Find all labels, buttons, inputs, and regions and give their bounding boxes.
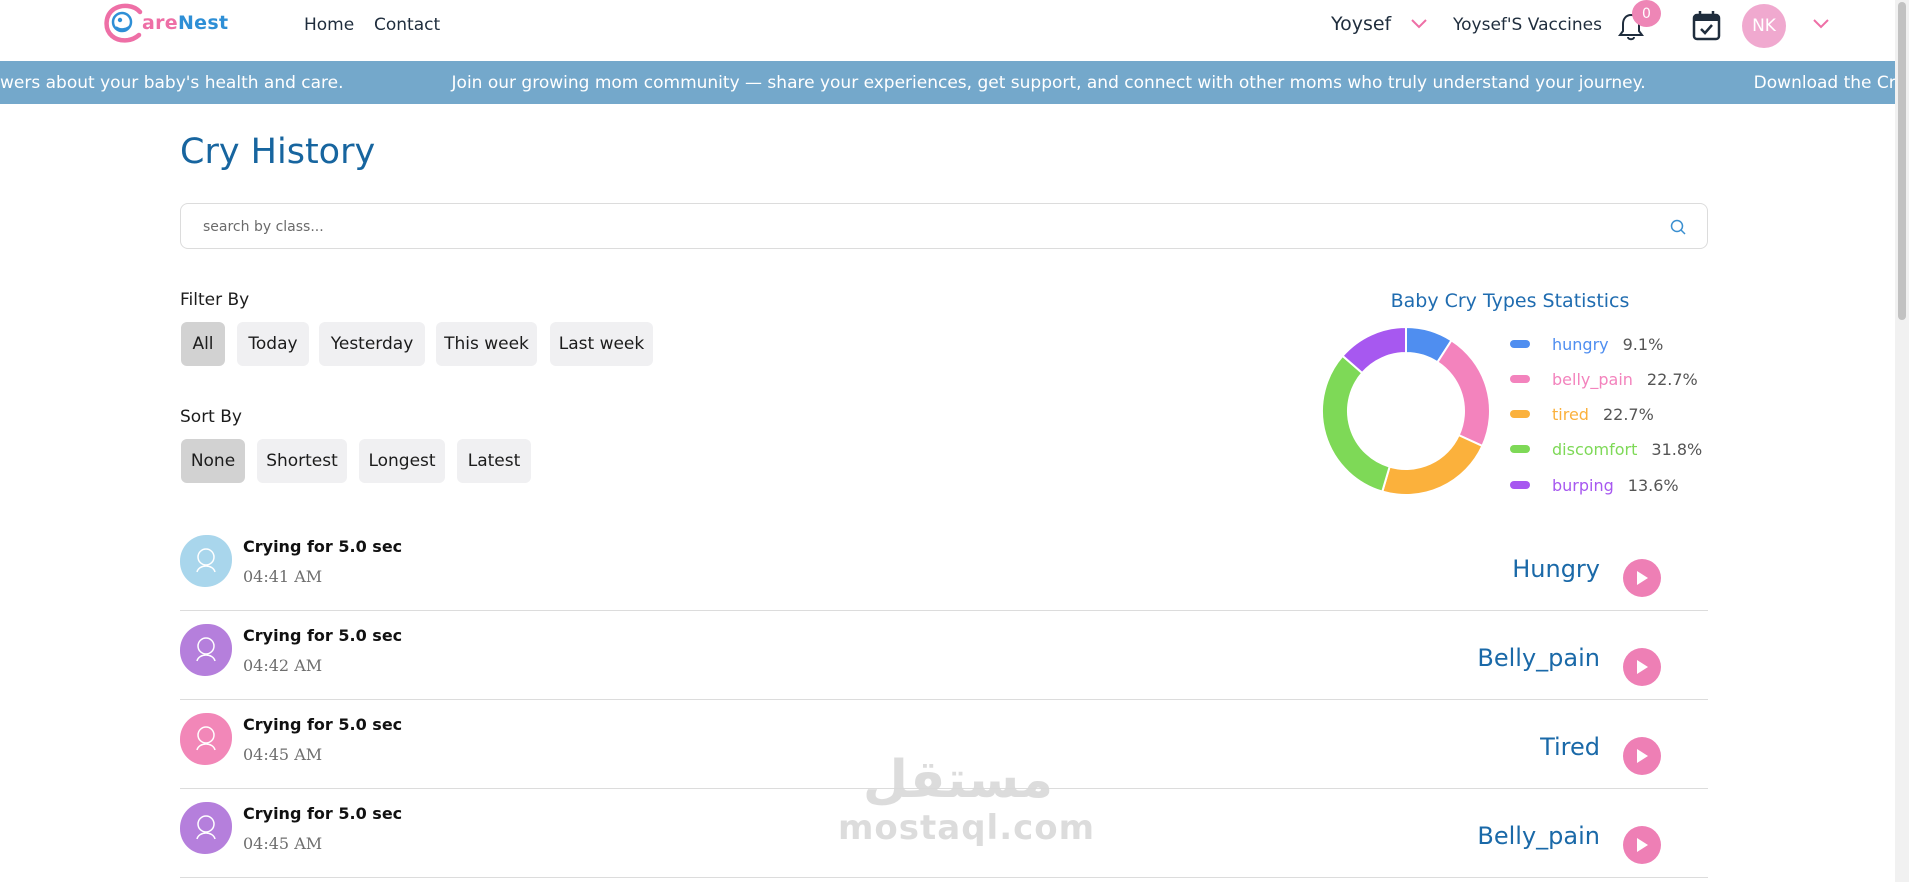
legend-label: burping — [1552, 475, 1614, 495]
cry-duration: Crying for 5.0 sec — [243, 537, 403, 556]
cry-list-item[interactable]: Crying for 5.0 sec 04:41 AM Hungry — [180, 523, 1708, 611]
legend-percent: 9.1% — [1622, 334, 1664, 354]
legend-label: belly_pain — [1552, 369, 1633, 389]
page-title: Cry History — [180, 132, 376, 172]
sort-longest-chip[interactable]: Longest — [359, 439, 445, 483]
filter-label: Filter By — [180, 290, 250, 310]
play-icon — [1637, 660, 1648, 674]
marquee-item: Join our growing mom community — share y… — [451, 72, 1646, 93]
baby-avatar-icon — [180, 624, 232, 676]
scrollbar-thumb[interactable] — [1898, 2, 1906, 320]
sort-latest-chip[interactable]: Latest — [457, 439, 531, 483]
baby-icon — [196, 548, 216, 573]
baby-icon — [196, 726, 216, 751]
cry-duration: Crying for 5.0 sec — [243, 804, 403, 823]
legend-item-burping: burping 13.6% — [1510, 473, 1679, 497]
legend-label: hungry — [1552, 334, 1609, 354]
marquee-item: Download the Cry Analyzer ap — [1753, 72, 1895, 93]
sort-shortest-chip[interactable]: Shortest — [257, 439, 347, 483]
calendar-check-icon[interactable] — [1692, 9, 1721, 41]
legend-item-discomfort: discomfort 31.8% — [1510, 437, 1702, 461]
chevron-down-icon[interactable] — [1410, 18, 1428, 30]
baby-icon — [196, 637, 216, 662]
cry-duration: Crying for 5.0 sec — [243, 715, 403, 734]
cry-class: Tired — [1540, 733, 1600, 761]
search-icon[interactable] — [1669, 218, 1687, 236]
legend-percent: 22.7% — [1646, 369, 1698, 389]
donut-slice-discomfort — [1321, 354, 1391, 493]
filter-this-week-chip[interactable]: This week — [436, 322, 537, 366]
donut-slice-belly-pain — [1436, 339, 1491, 448]
baby-avatar-icon — [180, 713, 232, 765]
top-navbar: areNest Home Contact Yoysef Yoysef'S Vac… — [0, 0, 1895, 61]
user-name[interactable]: Yoysef — [1331, 13, 1391, 35]
logo-text-part-2: Nest — [177, 12, 229, 34]
filter-yesterday-chip[interactable]: Yesterday — [319, 322, 425, 366]
logo-c-icon — [104, 3, 143, 43]
legend-item-hungry: hungry 9.1% — [1510, 332, 1663, 356]
notification-badge: 0 — [1632, 0, 1661, 27]
cry-duration: Crying for 5.0 sec — [243, 626, 403, 645]
play-button[interactable] — [1623, 559, 1661, 597]
marquee-item: wers about your baby's health and care. — [0, 72, 344, 93]
legend-swatch — [1510, 481, 1530, 489]
nav-contact-link[interactable]: Contact — [374, 15, 440, 35]
legend-percent: 31.8% — [1651, 439, 1703, 459]
announcement-marquee: wers about your baby's health and care. … — [0, 61, 1895, 104]
marquee-track: wers about your baby's health and care. … — [0, 61, 1895, 104]
filter-last-week-chip[interactable]: Last week — [550, 322, 653, 366]
filter-all-chip[interactable]: All — [181, 322, 225, 366]
search-box[interactable] — [180, 203, 1708, 249]
play-icon — [1637, 571, 1648, 585]
play-icon — [1637, 838, 1648, 852]
legend-swatch — [1510, 340, 1530, 348]
filter-today-chip[interactable]: Today — [237, 322, 309, 366]
cry-time: 04:41 AM — [243, 567, 323, 586]
chevron-down-icon[interactable] — [1812, 18, 1830, 30]
donut-slice-tired — [1381, 433, 1484, 496]
vaccines-link[interactable]: Yoysef'S Vaccines — [1453, 15, 1602, 35]
logo-text-part-1: are — [142, 12, 178, 34]
logo-wordmark: areNest — [142, 12, 228, 34]
baby-avatar-icon — [180, 535, 232, 587]
baby-avatar-icon — [180, 802, 232, 854]
cry-time: 04:42 AM — [243, 656, 323, 675]
legend-item-tired: tired 22.7% — [1510, 402, 1654, 426]
baby-icon — [196, 815, 216, 840]
legend-swatch — [1510, 410, 1530, 418]
play-button[interactable] — [1623, 737, 1661, 775]
watermark-latin: mostaql.com — [838, 808, 1096, 848]
cry-time: 04:45 AM — [243, 745, 323, 764]
legend-swatch — [1510, 375, 1530, 383]
cry-time: 04:45 AM — [243, 834, 323, 853]
legend-label: tired — [1552, 404, 1589, 424]
user-avatar[interactable]: NK — [1742, 4, 1786, 48]
watermark-arabic: مستقل — [862, 750, 1054, 810]
cry-list-item[interactable]: Crying for 5.0 sec 04:42 AM Belly_pain — [180, 612, 1708, 700]
legend-percent: 22.7% — [1602, 404, 1654, 424]
legend-swatch — [1510, 445, 1530, 453]
play-button[interactable] — [1623, 826, 1661, 864]
watermark: مستقل mostaql.com — [838, 750, 1096, 848]
search-input[interactable] — [203, 215, 1623, 239]
legend-percent: 13.6% — [1627, 475, 1679, 495]
brand-logo[interactable]: areNest — [100, 2, 275, 44]
cry-class: Belly_pain — [1477, 644, 1600, 672]
cry-class: Belly_pain — [1477, 822, 1600, 850]
play-button[interactable] — [1623, 648, 1661, 686]
sort-none-chip[interactable]: None — [181, 439, 245, 483]
stats-title: Baby Cry Types Statistics — [1390, 290, 1630, 312]
legend-item-belly-pain: belly_pain 22.7% — [1510, 367, 1698, 391]
cry-types-donut-chart — [1321, 325, 1491, 496]
nav-home-link[interactable]: Home — [304, 15, 354, 35]
cry-class: Hungry — [1512, 555, 1600, 583]
play-icon — [1637, 749, 1648, 763]
legend-label: discomfort — [1552, 439, 1638, 459]
sort-label: Sort By — [180, 407, 242, 427]
